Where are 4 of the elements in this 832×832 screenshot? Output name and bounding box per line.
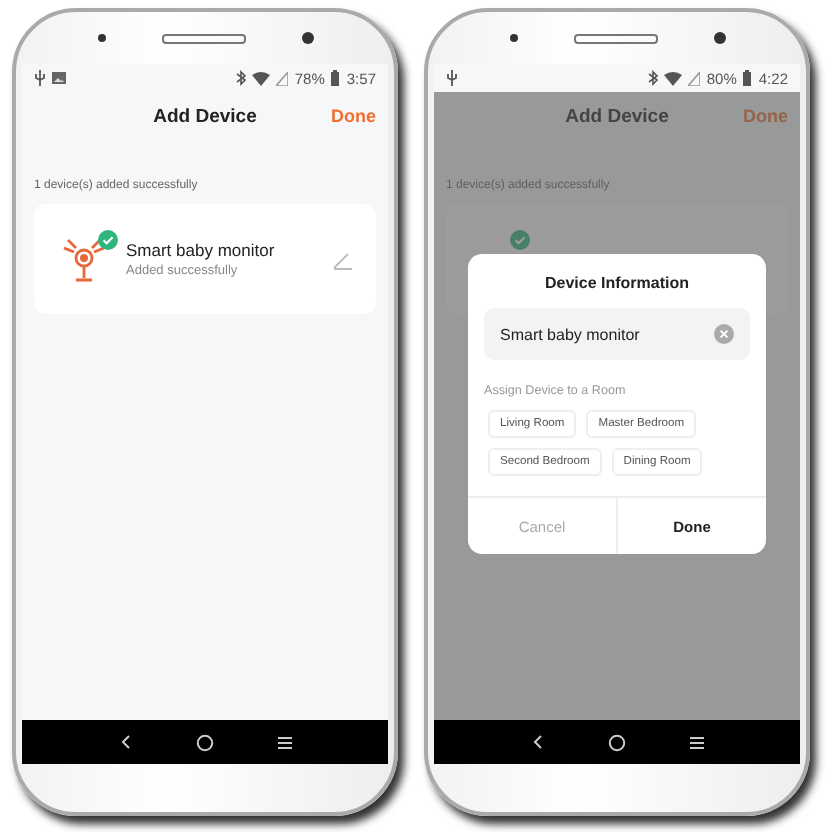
device-name: Smart baby monitor xyxy=(126,240,277,260)
dialog-title: Device Information xyxy=(544,274,689,292)
screen-title: Add Device xyxy=(565,105,669,127)
screen-title: Add Device xyxy=(153,105,257,127)
